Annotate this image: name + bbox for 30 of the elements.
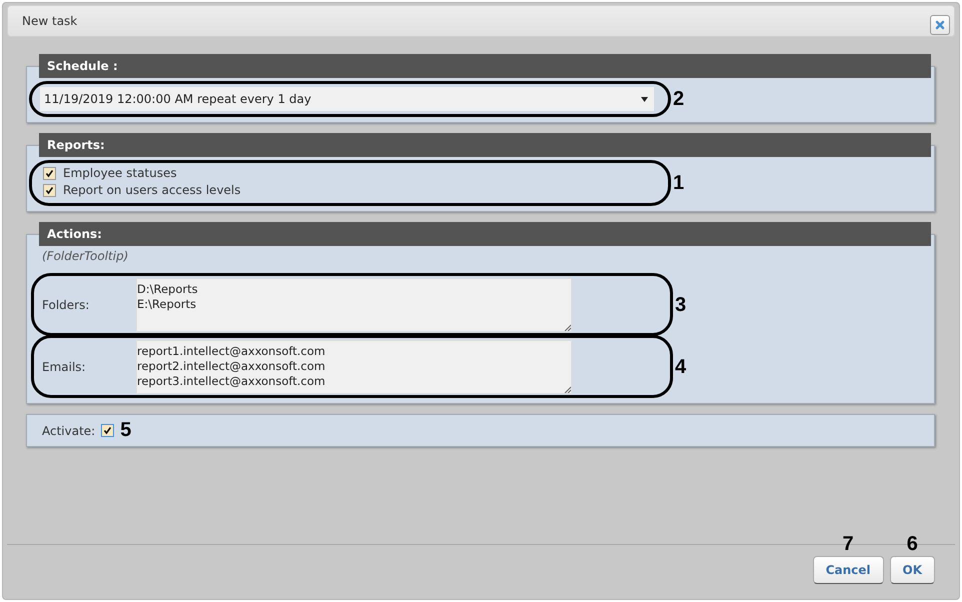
- callout-number: 4: [675, 356, 686, 378]
- window-title: New task: [22, 14, 78, 28]
- checkbox-label: Report on users access levels: [63, 183, 241, 197]
- close-button[interactable]: [930, 15, 950, 35]
- resize-grip-icon: [564, 386, 571, 392]
- text-area[interactable]: D:\Reports E:\Reports: [136, 278, 572, 332]
- callout-number: 2: [673, 88, 684, 110]
- section-header: Reports:: [39, 133, 931, 157]
- text-area[interactable]: report1.intellect@axxonsoft.com report2.intellect@axxonsoft.com report3.intellect@axxonsoft.com: [136, 340, 572, 394]
- field-label: Folders:: [42, 298, 90, 312]
- checkbox[interactable]: [101, 424, 114, 437]
- activate-label: Activate:: [42, 424, 96, 438]
- callout-number: 3: [675, 294, 686, 316]
- dialog-button[interactable]: OK: [890, 556, 935, 584]
- resize-grip-icon: [564, 324, 571, 330]
- dropdown-arrow-icon: [641, 96, 648, 102]
- checkbox[interactable]: [43, 166, 56, 180]
- callout-number: 5: [120, 419, 132, 442]
- hint-text: (FolderTooltip): [42, 249, 128, 263]
- checkbox-label: Employee statuses: [63, 166, 177, 180]
- callout-number: 1: [673, 172, 684, 194]
- callout-number: 6: [906, 533, 918, 556]
- checkbox[interactable]: [43, 184, 56, 196]
- dialog-button[interactable]: Cancel: [812, 556, 884, 584]
- schedule-dropdown[interactable]: 11/19/2019 12:00:00 AM repeat every 1 day: [40, 87, 654, 111]
- callout-number: 7: [842, 533, 854, 556]
- field-label: Emails:: [42, 360, 87, 374]
- section-header: Actions:: [39, 222, 931, 246]
- close-icon: [935, 20, 945, 30]
- section-header: Schedule :: [39, 54, 931, 78]
